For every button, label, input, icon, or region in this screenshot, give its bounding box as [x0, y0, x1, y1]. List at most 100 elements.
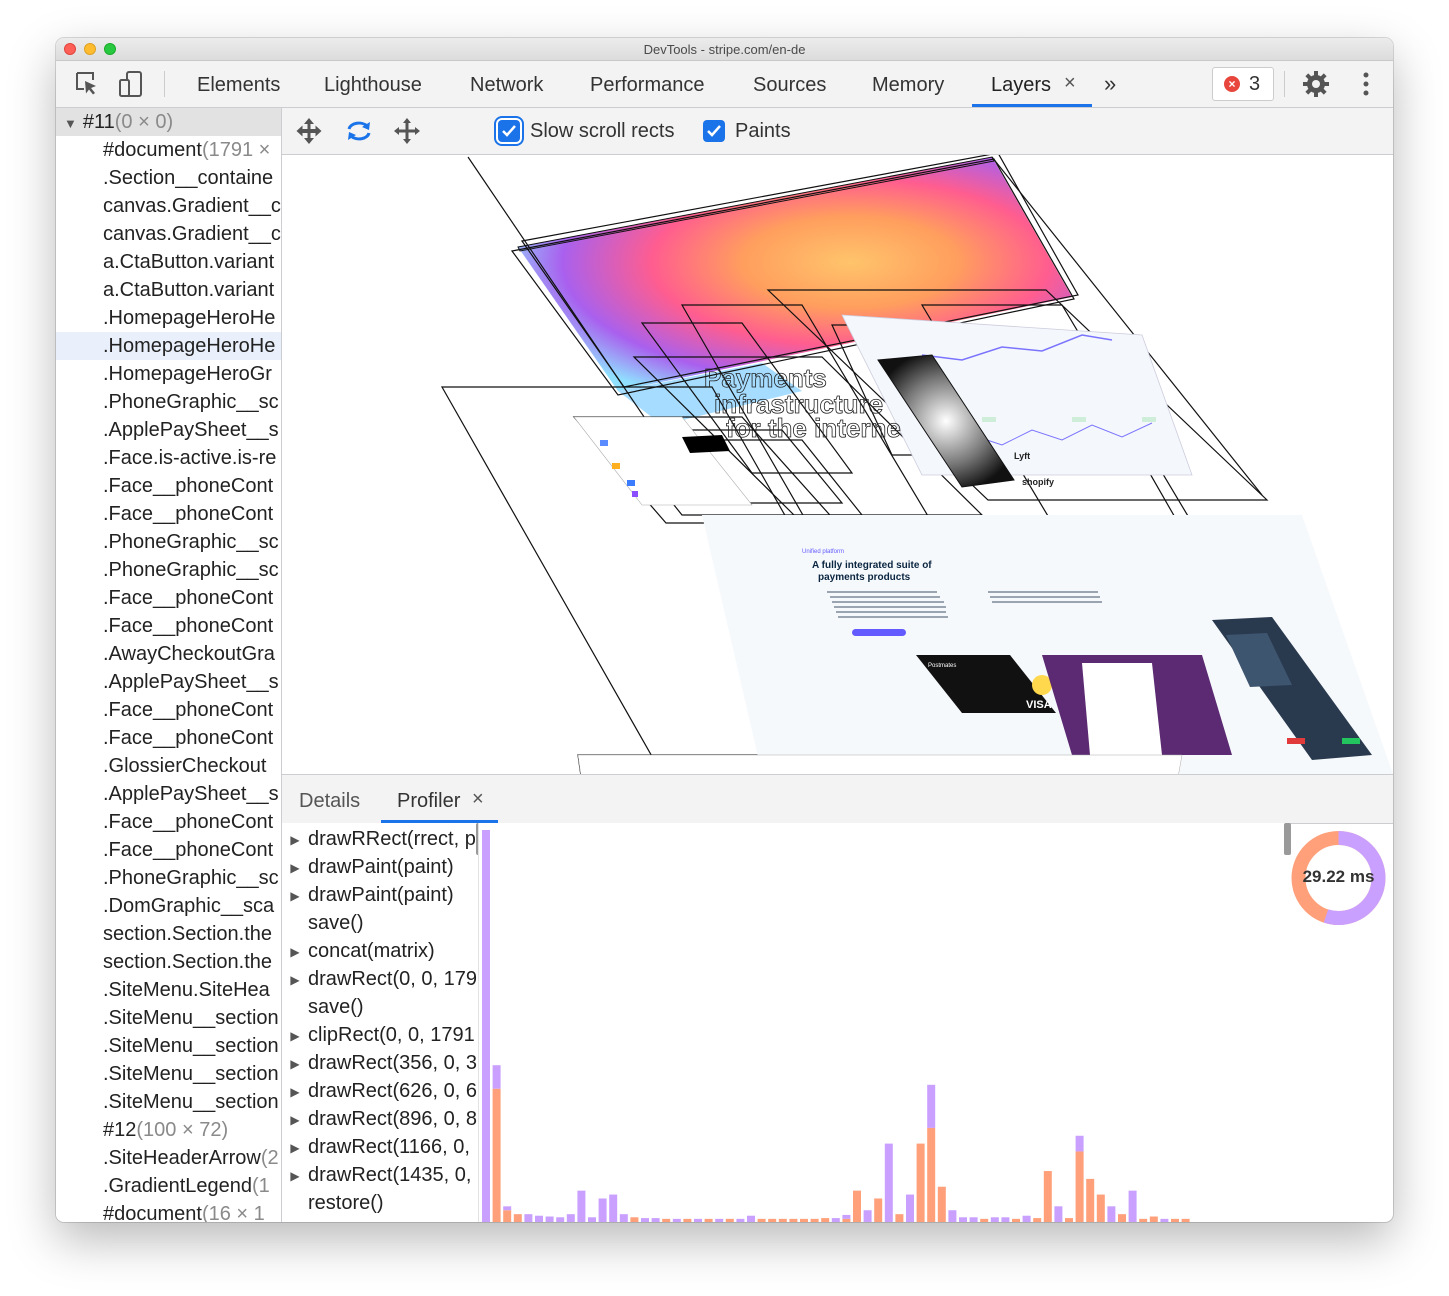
layers-3d-viewport[interactable]: Payments infrastructure for the interne … — [282, 155, 1393, 774]
layer-tree-item[interactable]: .GradientLegend(1 — [56, 1172, 281, 1200]
inspect-element-icon[interactable] — [72, 69, 102, 99]
layer-tree-panel: ▼ #11(0 × 0) #document(1791 × .Section__con… — [56, 108, 282, 1222]
paint-command-label: drawRect(626, 0, 6 — [308, 1080, 477, 1102]
layer-tree-item[interactable]: ▼ #11(0 × 0) — [56, 108, 281, 136]
layer-tree-item[interactable]: .Face__phoneCont — [56, 836, 281, 864]
layer-tree-item[interactable]: .SiteMenu__section — [56, 1004, 281, 1032]
profiler-bar-purple — [831, 1218, 840, 1222]
layer-tree-item[interactable]: .SiteMenu__section — [56, 1088, 281, 1116]
layer-name: .SiteMenu__section — [103, 1063, 279, 1085]
layer-tree-item[interactable]: .Face__phoneCont — [56, 584, 281, 612]
tab-profiler[interactable]: Profiler — [397, 790, 460, 813]
layer-tree-item[interactable]: .DomGraphic__sca — [56, 892, 281, 920]
profiler-bar-orange — [503, 1210, 512, 1222]
paint-profiler-chart[interactable] — [478, 823, 1285, 1222]
layer-tree-item[interactable]: .SiteMenu.SiteHea — [56, 976, 281, 1004]
tab-sources[interactable]: Sources — [753, 74, 826, 97]
paint-command[interactable]: ▶ drawPaint(paint) — [282, 881, 478, 909]
profiler-bar-orange — [800, 1218, 808, 1222]
paint-command[interactable]: save() — [282, 909, 478, 937]
profiler-bar-purple — [906, 1194, 914, 1222]
layer-tree-item[interactable]: .Face__phoneCont — [56, 724, 281, 752]
layer-tree-item[interactable]: .SiteMenu__section — [56, 1060, 281, 1088]
tab-layers[interactable]: Layers — [991, 74, 1051, 97]
layer-tree-item[interactable]: .HomepageHeroGr — [56, 360, 281, 388]
layer-tree-item[interactable]: #document(16 × 1 — [56, 1200, 281, 1222]
paint-command[interactable]: ▶ drawRect(0, 0, 179 — [282, 965, 478, 993]
layer-tree-item[interactable]: a.CtaButton.variant — [56, 276, 281, 304]
tab-lighthouse[interactable]: Lighthouse — [324, 74, 422, 97]
profiler-bar-purple — [535, 1215, 543, 1222]
layer-tree-item[interactable]: .SiteMenu__section — [56, 1032, 281, 1060]
settings-gear-icon[interactable] — [1301, 69, 1331, 99]
layer-name: .Face__phoneCont — [103, 839, 274, 861]
layer-tree-item[interactable]: .GlossierCheckout — [56, 752, 281, 780]
paint-command[interactable]: restore() — [282, 1189, 478, 1217]
close-profiler-icon[interactable]: × — [472, 788, 484, 811]
slow-scroll-rects-checkbox[interactable] — [498, 120, 520, 142]
more-tabs-button[interactable]: » — [1104, 71, 1116, 97]
layer-tree-item[interactable]: #12(100 × 72) — [56, 1116, 281, 1144]
layer-tree-item[interactable]: .HomepageHeroHe — [56, 304, 281, 332]
layer-tree-item[interactable]: .Face__phoneCont — [56, 808, 281, 836]
expand-triangle-icon[interactable]: ▼ — [64, 116, 77, 131]
layer-tree-item[interactable]: .PhoneGraphic__sc — [56, 528, 281, 556]
profiler-bar-orange — [768, 1218, 777, 1222]
layer-tree-item[interactable]: a.CtaButton.variant — [56, 248, 281, 276]
layer-tree-item[interactable]: .ApplePaySheet__s — [56, 416, 281, 444]
layer-tree-item[interactable]: .SiteHeaderArrow(2 — [56, 1144, 281, 1172]
layer-tree-item[interactable]: canvas.Gradient__c — [56, 192, 281, 220]
paint-command-label: restore() — [308, 1192, 384, 1214]
layer-name: .GradientLegend — [103, 1175, 253, 1197]
tab-elements[interactable]: Elements — [197, 74, 280, 97]
layer-tree-item[interactable]: .Section__containe — [56, 164, 281, 192]
paint-command[interactable]: ▶ drawRect(356, 0, 3 — [282, 1049, 478, 1077]
layer-tree-item[interactable]: .Face__phoneCont — [56, 500, 281, 528]
paints-checkbox[interactable] — [703, 120, 725, 142]
reset-transform-icon[interactable] — [392, 116, 422, 146]
more-options-icon[interactable] — [1351, 69, 1381, 99]
paint-command[interactable]: ▶ drawRect(626, 0, 6 — [282, 1077, 478, 1105]
profiler-bar-purple — [641, 1218, 649, 1222]
paint-command[interactable]: ▶ drawRect(1435, 0, — [282, 1161, 478, 1189]
paint-command[interactable]: ▶ concat(matrix) — [282, 937, 478, 965]
section-title-line-1: A fully integrated suite of — [812, 560, 932, 571]
layer-tree-item[interactable]: .ApplePaySheet__s — [56, 668, 281, 696]
layer-tree-item[interactable]: section.Section.the — [56, 920, 281, 948]
paint-command[interactable]: ▶ drawRect(896, 0, 8 — [282, 1105, 478, 1133]
paint-command[interactable]: ▶ clipRect(0, 0, 1791 — [282, 1021, 478, 1049]
pan-mode-icon[interactable] — [294, 116, 324, 146]
profiler-bar-purple — [556, 1217, 565, 1222]
profiler-bar-purple — [747, 1215, 755, 1222]
layer-tree-item[interactable]: section.Section.the — [56, 948, 281, 976]
layer-tree-item[interactable]: canvas.Gradient__c — [56, 220, 281, 248]
layer-tree-item[interactable]: .Face__phoneCont — [56, 472, 281, 500]
layer-tree-item[interactable]: .Face.is-active.is-re — [56, 444, 281, 472]
profiler-bar-orange — [1171, 1218, 1179, 1222]
paint-command[interactable]: ▶ drawPaint(paint) — [282, 853, 478, 881]
layer-tree-item[interactable]: .Face__phoneCont — [56, 612, 281, 640]
layer-tree-item[interactable]: .PhoneGraphic__sc — [56, 864, 281, 892]
device-toolbar-icon[interactable] — [116, 69, 146, 99]
layer-tree-item[interactable]: .PhoneGraphic__sc — [56, 388, 281, 416]
paint-command[interactable]: ▶ drawRRect(rrect, p — [282, 825, 478, 853]
layer-tree-item[interactable]: .AwayCheckoutGra — [56, 640, 281, 668]
error-counter[interactable]: × 3 — [1212, 67, 1274, 101]
layer-tree-item[interactable]: #document(1791 × — [56, 136, 281, 164]
layer-tree-item[interactable]: .HomepageHeroHe — [56, 332, 281, 360]
paint-command[interactable]: save() — [282, 993, 478, 1021]
tab-memory[interactable]: Memory — [872, 74, 944, 97]
layer-tree-item[interactable]: .Face__phoneCont — [56, 696, 281, 724]
close-tab-icon[interactable]: × — [1064, 72, 1076, 95]
profiler-bar-purple — [969, 1217, 978, 1222]
layer-tree-item[interactable]: .PhoneGraphic__sc — [56, 556, 281, 584]
tab-details[interactable]: Details — [299, 790, 360, 813]
profiler-bars — [482, 830, 1190, 1222]
main-tab-bar: Elements Lighthouse Network Performance Sour… — [56, 61, 1393, 108]
paint-command[interactable]: ▶ drawRect(1166, 0, — [282, 1133, 478, 1161]
layer-size: (1791 × — [201, 139, 271, 161]
layer-tree-item[interactable]: .ApplePaySheet__s — [56, 780, 281, 808]
tab-performance[interactable]: Performance — [590, 74, 705, 97]
rotate-mode-icon[interactable] — [344, 116, 374, 146]
tab-network[interactable]: Network — [470, 74, 543, 97]
